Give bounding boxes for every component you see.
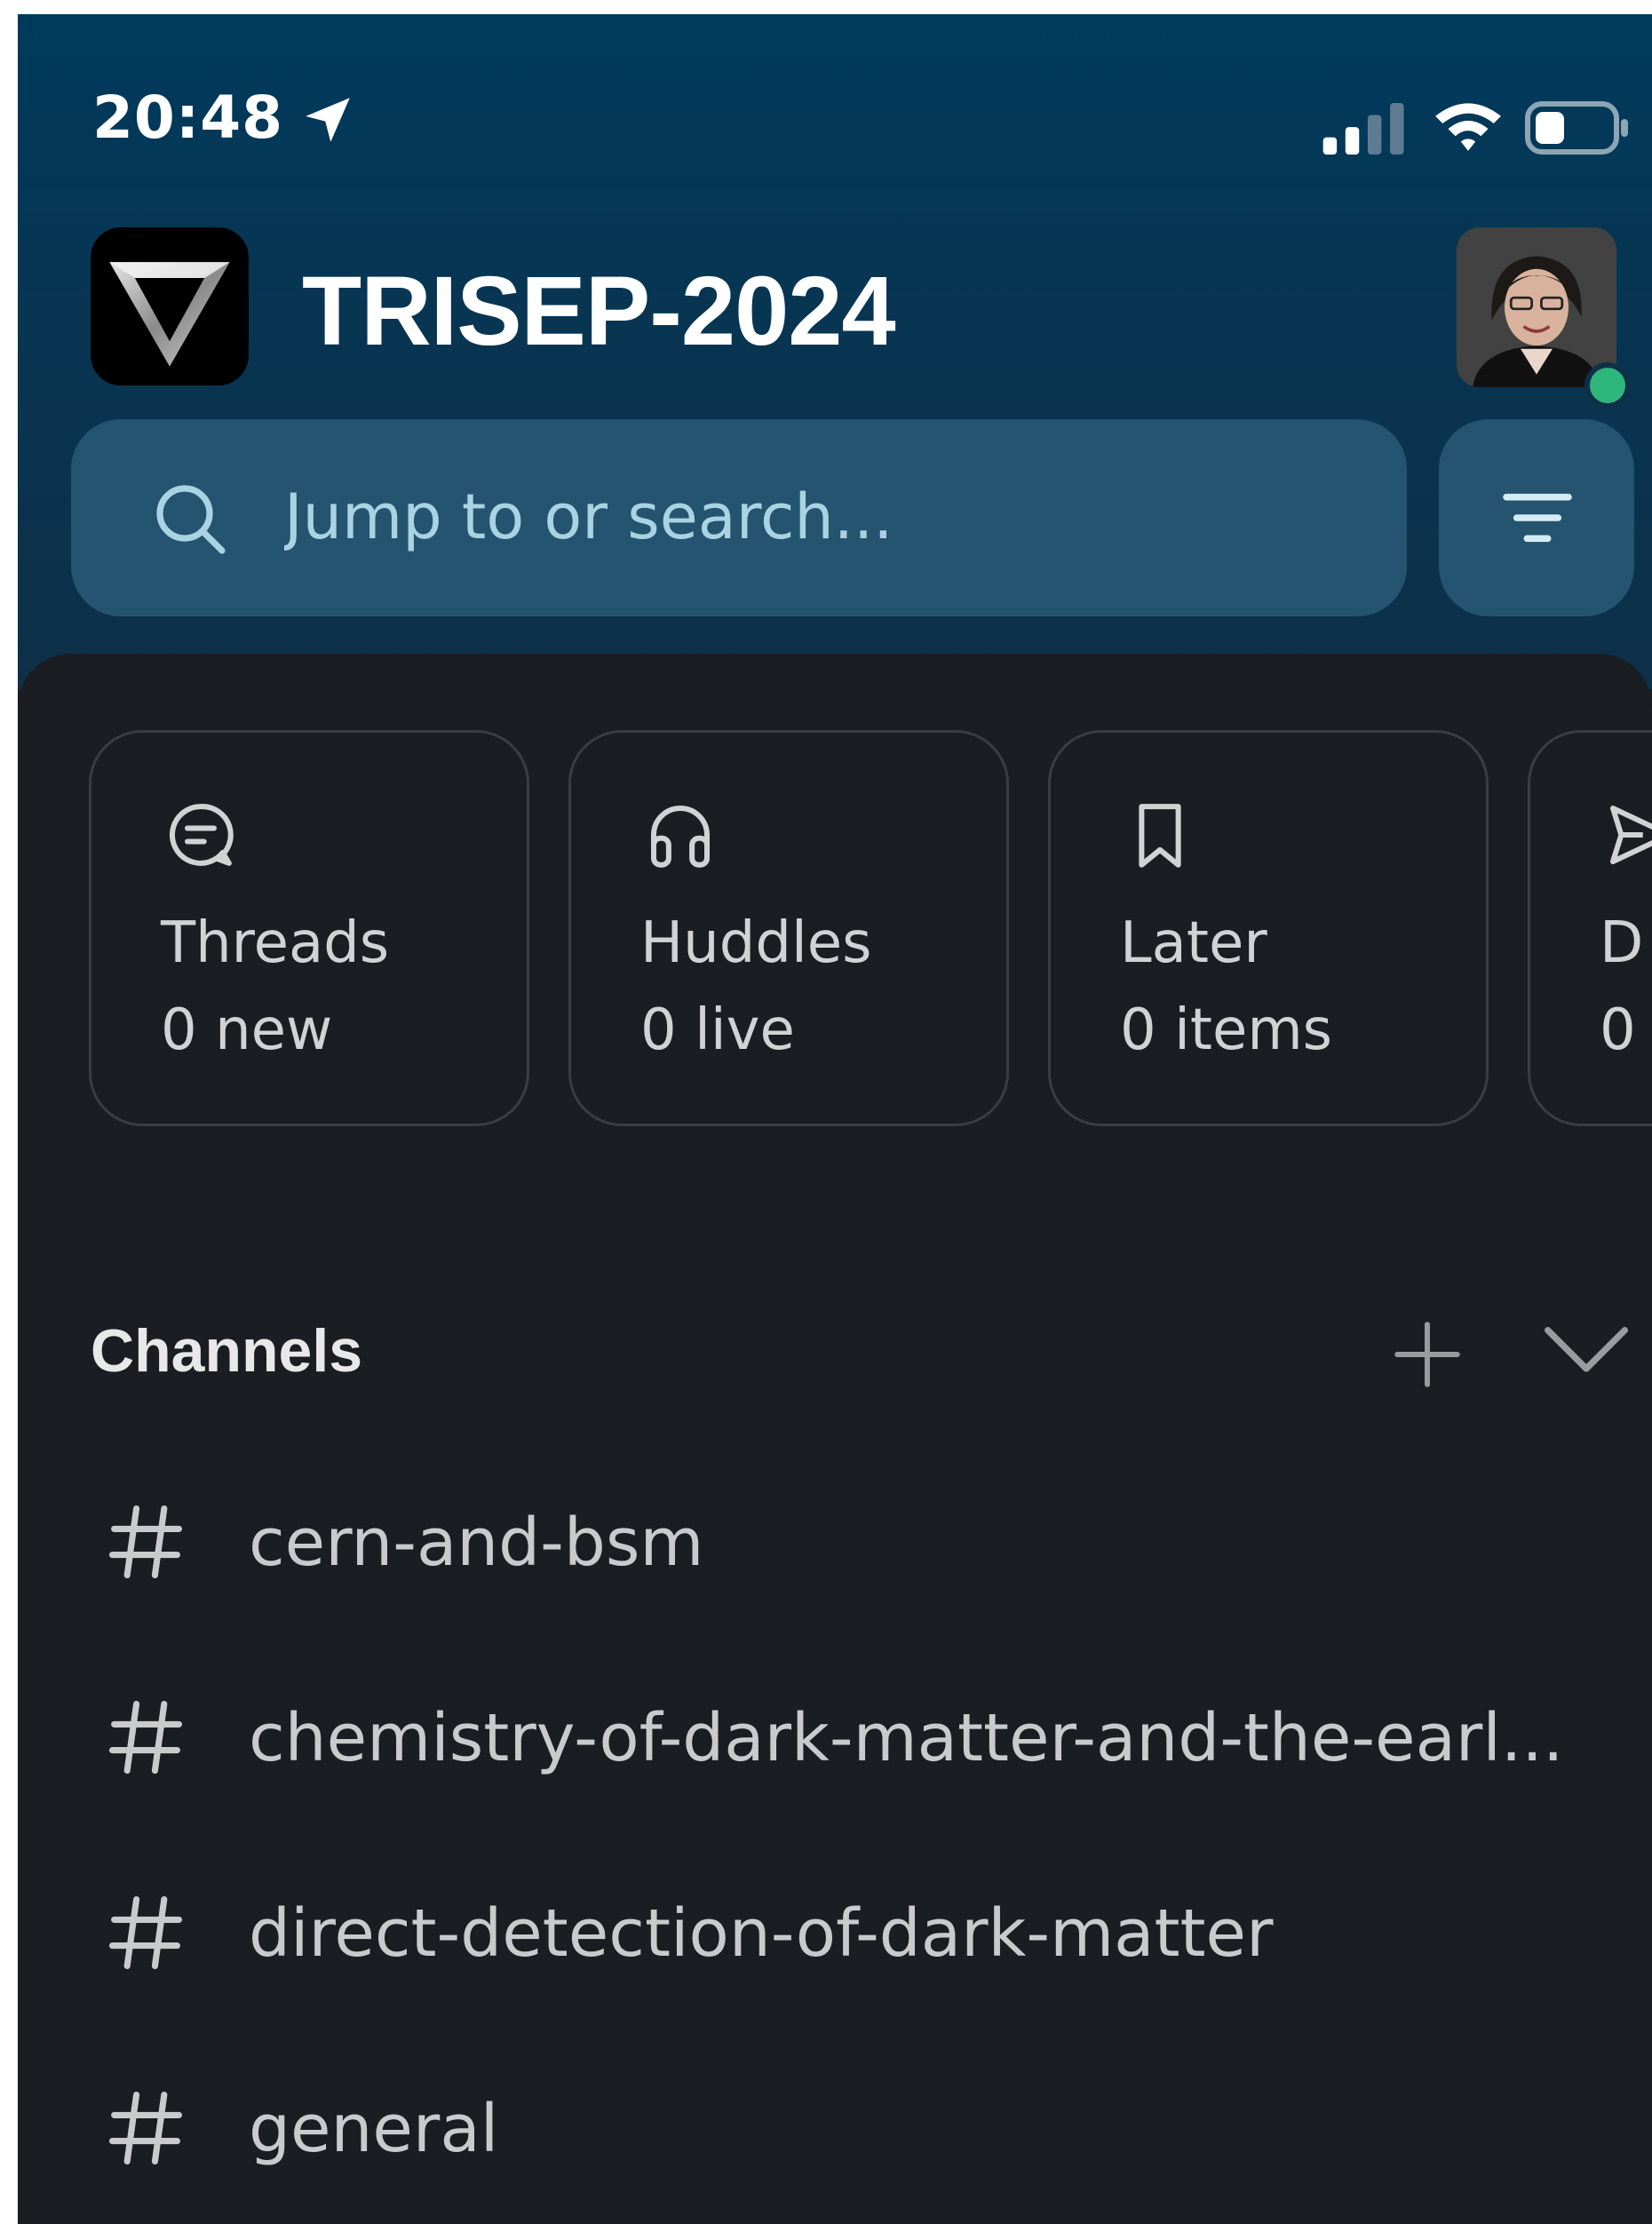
card-drafts[interactable]: D 0 bbox=[1528, 730, 1652, 1126]
card-title: Huddles bbox=[640, 910, 872, 976]
hash-icon bbox=[108, 1505, 183, 1579]
user-avatar[interactable] bbox=[1457, 227, 1616, 387]
channel-item[interactable]: general bbox=[18, 2048, 1652, 2208]
card-later[interactable]: Later 0 items bbox=[1048, 730, 1489, 1126]
search-icon bbox=[156, 485, 226, 554]
bookmark-icon bbox=[1139, 804, 1181, 868]
card-title: D bbox=[1600, 910, 1644, 976]
channels-section-title[interactable]: Channels bbox=[91, 1316, 362, 1386]
channel-item[interactable]: direct-detection-of-dark-matter bbox=[18, 1853, 1652, 2013]
channel-name: cern-and-bsm bbox=[249, 1505, 704, 1581]
wifi-icon bbox=[1435, 103, 1501, 151]
card-subtitle: 0 live bbox=[640, 997, 795, 1063]
card-title: Later bbox=[1120, 910, 1267, 976]
channel-name: direct-detection-of-dark-matter bbox=[249, 1895, 1274, 1972]
channel-item[interactable]: chemistry-of-dark-matter-and-the-earl... bbox=[18, 1657, 1652, 1817]
card-subtitle: 0 bbox=[1600, 997, 1636, 1063]
add-channel-icon[interactable] bbox=[1387, 1315, 1467, 1394]
presence-indicator bbox=[1584, 362, 1631, 409]
card-huddles[interactable]: Huddles 0 live bbox=[568, 730, 1009, 1126]
card-subtitle: 0 new bbox=[161, 997, 333, 1063]
chevron-down-icon[interactable] bbox=[1542, 1320, 1631, 1382]
avatar-image bbox=[1457, 227, 1616, 387]
send-icon bbox=[1610, 806, 1652, 864]
filter-icon bbox=[1503, 493, 1572, 543]
triangle-logo-icon bbox=[109, 262, 230, 367]
status-bar: 20:48 bbox=[18, 14, 1652, 218]
channel-name: general bbox=[249, 2091, 499, 2167]
hash-icon bbox=[108, 1895, 183, 1970]
channel-item[interactable]: cern-and-bsm bbox=[18, 1462, 1652, 1622]
filter-button[interactable] bbox=[1439, 419, 1634, 616]
card-subtitle: 0 items bbox=[1120, 997, 1332, 1063]
app-screen: 20:48 TRISEP-2024 Jump to or search... T… bbox=[18, 14, 1652, 2224]
search-input[interactable] bbox=[284, 473, 1350, 561]
status-time: 20:48 bbox=[92, 83, 284, 152]
workspace-logo[interactable] bbox=[91, 227, 249, 385]
battery-icon bbox=[1525, 101, 1628, 155]
shortcut-cards: Threads 0 new Huddles 0 live Later 0 ite… bbox=[89, 730, 1652, 1139]
hash-icon bbox=[108, 1700, 183, 1775]
threads-icon bbox=[169, 804, 234, 866]
card-title: Threads bbox=[161, 910, 390, 976]
card-threads[interactable]: Threads 0 new bbox=[89, 730, 529, 1126]
headphones-icon bbox=[651, 806, 710, 868]
location-arrow-icon bbox=[306, 98, 350, 142]
workspace-name[interactable]: TRISEP-2024 bbox=[302, 263, 896, 361]
channel-name: chemistry-of-dark-matter-and-the-earl... bbox=[249, 1700, 1564, 1776]
hash-icon bbox=[108, 2091, 183, 2165]
header: 20:48 TRISEP-2024 Jump to or search... bbox=[18, 14, 1652, 689]
cellular-signal-icon bbox=[1322, 103, 1404, 155]
